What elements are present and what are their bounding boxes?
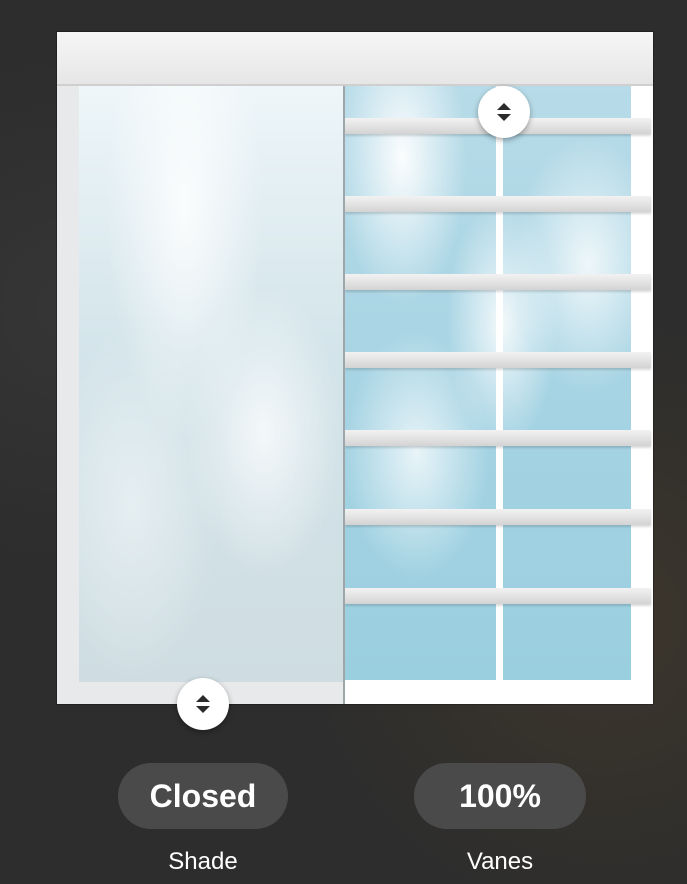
shade-status-value: Closed [149,777,257,814]
shade-label: Shade [168,848,238,875]
vanes-panel[interactable] [345,86,653,704]
up-down-arrows-icon [495,101,513,123]
vane [345,588,651,604]
vanes-status-button[interactable]: 100% [414,763,586,829]
vane [345,352,651,368]
vanes-label: Vanes [466,848,534,875]
shade-drag-handle[interactable] [177,678,229,730]
vane [345,196,651,212]
shade-status-button[interactable]: Closed [118,763,288,829]
vane [345,509,651,525]
vanes-drag-handle[interactable] [478,86,530,138]
shade-panel[interactable] [57,86,345,704]
shade-fabric [79,86,343,682]
window-frame [57,32,653,704]
vanes-status-value: 100% [459,777,541,814]
vane [345,430,651,446]
up-down-arrows-icon [194,693,212,715]
headrail [57,32,653,86]
window-treatment-screen: Closed Shade 100% Vanes [0,0,687,884]
vane [345,274,651,290]
